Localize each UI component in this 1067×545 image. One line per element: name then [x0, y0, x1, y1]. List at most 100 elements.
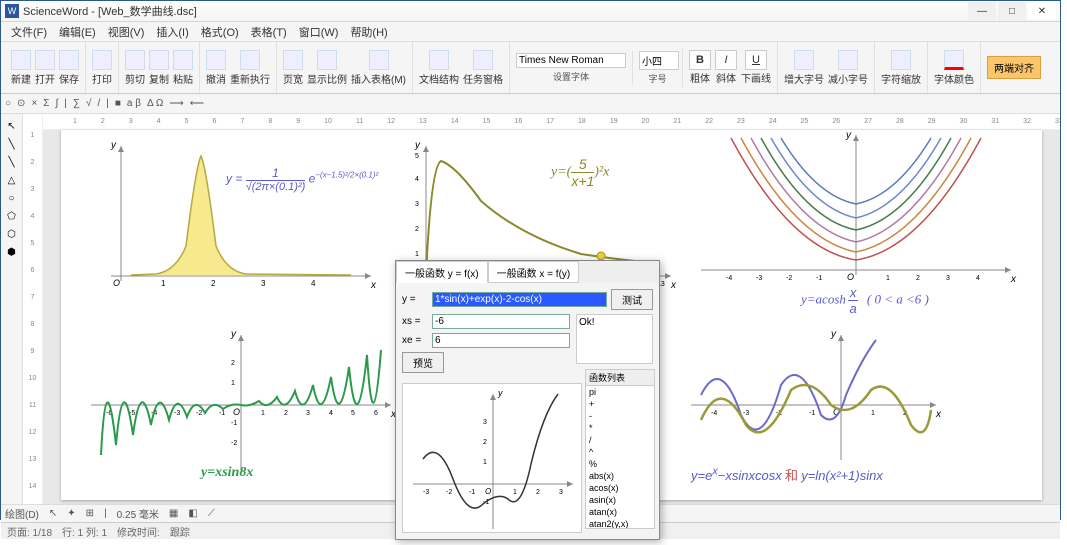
copy-button[interactable]: 复制	[149, 50, 169, 86]
font-select[interactable]: Times New Roman	[516, 53, 626, 68]
fontcolor-button[interactable]: 字体颜色	[934, 50, 974, 86]
preview-button[interactable]: 预览	[402, 352, 444, 373]
bold-button[interactable]: B粗体	[689, 50, 711, 85]
svg-text:x: x	[370, 280, 377, 291]
func-item[interactable]: %	[586, 458, 654, 470]
symbol-item[interactable]: ○	[5, 98, 11, 109]
tool-icon[interactable]: ✦	[67, 508, 75, 519]
func-item[interactable]: /	[586, 434, 654, 446]
symbol-item[interactable]: ■	[115, 98, 121, 109]
undo-button[interactable]: 撤消	[206, 50, 226, 86]
svg-text:1: 1	[886, 275, 890, 282]
menu-window[interactable]: 窗口(W)	[293, 24, 345, 40]
symbol-item[interactable]: ⟵	[190, 98, 204, 109]
func-item[interactable]: pi	[586, 386, 654, 398]
function-list[interactable]: 函数列表 pi + - * / ^ % abs(x) acos(x) asin(…	[585, 369, 655, 529]
func-item[interactable]: *	[586, 422, 654, 434]
symbol-item[interactable]: Σ	[43, 98, 49, 109]
tool-icon[interactable]: ▦	[169, 508, 178, 519]
menu-help[interactable]: 帮助(H)	[344, 24, 393, 40]
inserttable-button[interactable]: 插入表格(M)	[351, 50, 406, 86]
save-button[interactable]: 保存	[59, 50, 79, 86]
draw-menu[interactable]: 绘图(D)	[5, 506, 39, 521]
italic-button[interactable]: I斜体	[715, 50, 737, 85]
symbol-toolbar: ○ ⊙ × Σ ∫ | ∑ √ / | ■ a β Δ Ω ⟶ ⟵	[1, 94, 1060, 114]
cut-button[interactable]: 剪切	[125, 50, 145, 86]
tool-pentagon[interactable]: ⬠	[4, 208, 20, 224]
tool-line[interactable]: ╲	[4, 136, 20, 152]
func-item[interactable]: abs(x)	[586, 470, 654, 482]
docstruct-button[interactable]: 文档结构	[419, 50, 459, 86]
func-item[interactable]: -	[586, 410, 654, 422]
tool-line2[interactable]: ╲	[4, 154, 20, 170]
xe-input[interactable]	[432, 333, 570, 348]
open-button[interactable]: 打开	[35, 50, 55, 86]
maximize-button[interactable]: □	[998, 2, 1026, 20]
symbol-item[interactable]: ⟶	[169, 98, 183, 109]
charspace-button[interactable]: 字符缩放	[881, 50, 921, 86]
symbol-item[interactable]: ⊙	[17, 98, 25, 109]
new-button[interactable]: 新建	[11, 50, 31, 86]
func-item[interactable]: atan2(y,x)	[586, 518, 654, 529]
tool-icon[interactable]: ◧	[188, 508, 197, 519]
pagewidth-button[interactable]: 页宽	[283, 50, 303, 86]
svg-text:3: 3	[559, 489, 563, 496]
chart-label: y=ex−xsinxcosx 和 y=ln(x²+1)sinx	[691, 465, 883, 484]
smaller-button[interactable]: 减小字号	[828, 50, 868, 86]
func-item[interactable]: atan(x)	[586, 506, 654, 518]
redo-button[interactable]: 重新执行	[230, 50, 270, 86]
bigger-button[interactable]: 增大字号	[784, 50, 824, 86]
tool-hexagon[interactable]: ⬡	[4, 226, 20, 242]
tab-y-fx[interactable]: 一般函数 y = f(x)	[396, 261, 488, 283]
func-item[interactable]: acos(x)	[586, 482, 654, 494]
func-item[interactable]: +	[586, 398, 654, 410]
symbol-item[interactable]: a β	[127, 98, 141, 109]
svg-text:-2: -2	[196, 410, 202, 417]
symbol-item[interactable]: ×	[31, 98, 37, 109]
function-dialog[interactable]: 一般函数 y = f(x) 一般函数 x = f(y) y = 测试 xs = …	[395, 260, 660, 540]
print-button[interactable]: 打印	[92, 50, 112, 86]
tab-x-fy[interactable]: 一般函数 x = f(y)	[488, 261, 580, 283]
menu-edit[interactable]: 编辑(E)	[53, 24, 102, 40]
showscale-button[interactable]: 显示比例	[307, 50, 347, 86]
symbol-item[interactable]: √	[86, 98, 92, 109]
size-select[interactable]: 小四	[639, 51, 679, 70]
svg-text:2: 2	[916, 275, 920, 282]
test-button[interactable]: 测试	[611, 289, 653, 310]
svg-text:O: O	[847, 272, 854, 282]
menu-view[interactable]: 视图(V)	[102, 24, 151, 40]
menu-file[interactable]: 文件(F)	[5, 24, 53, 40]
symbol-item[interactable]: Δ Ω	[147, 98, 163, 109]
tool-pointer[interactable]: ↖	[4, 118, 20, 134]
func-item[interactable]: ^	[586, 446, 654, 458]
symbol-item[interactable]: ∑	[73, 98, 80, 109]
symbol-item[interactable]: /	[97, 98, 100, 109]
func-item[interactable]: asin(x)	[586, 494, 654, 506]
paste-button[interactable]: 粘贴	[173, 50, 193, 86]
tool-circle[interactable]: ○	[4, 190, 20, 206]
svg-text:-1: -1	[469, 489, 475, 496]
svg-text:3: 3	[306, 410, 310, 417]
menu-table[interactable]: 表格(T)	[245, 24, 293, 40]
taskpane-button[interactable]: 任务窗格	[463, 50, 503, 86]
chart-label: y=(5x+1)²x	[551, 156, 609, 189]
tool-icon[interactable]: ⟋	[208, 508, 215, 519]
tool-triangle[interactable]: △	[4, 172, 20, 188]
tool-icon[interactable]: ↖	[49, 508, 57, 519]
font-label: 设置字体	[516, 70, 626, 83]
y-input[interactable]	[432, 292, 607, 307]
tool-shape[interactable]: ⬢	[4, 244, 20, 260]
minimize-button[interactable]: —	[968, 2, 996, 20]
svg-text:1: 1	[415, 251, 419, 258]
xs-input[interactable]	[432, 314, 570, 329]
svg-text:O: O	[485, 487, 491, 496]
result-box: Ok!	[576, 314, 653, 364]
close-button[interactable]: ✕	[1028, 2, 1056, 20]
align-button[interactable]: 两端对齐	[987, 56, 1041, 79]
tool-icon[interactable]: ⊞	[86, 508, 94, 519]
chart-label: y=acoshxa ( 0 < a <6 )	[801, 285, 929, 316]
symbol-item[interactable]: ∫	[55, 98, 58, 109]
menu-insert[interactable]: 插入(I)	[150, 24, 194, 40]
underline-button[interactable]: U下画线	[741, 50, 771, 85]
menu-format[interactable]: 格式(O)	[195, 24, 245, 40]
